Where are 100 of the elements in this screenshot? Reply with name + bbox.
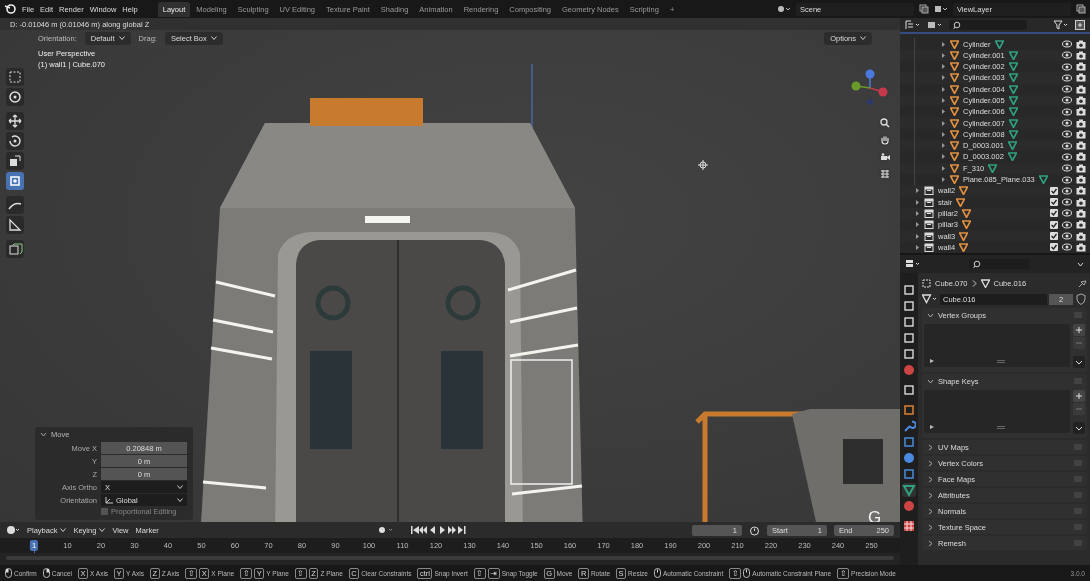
camera-icon[interactable] — [1076, 118, 1086, 128]
eye-icon[interactable] — [1062, 232, 1072, 241]
eye-icon[interactable] — [1062, 164, 1072, 173]
eye-icon[interactable] — [1062, 85, 1072, 94]
grid-icon[interactable] — [878, 167, 892, 181]
scale-icon[interactable] — [6, 152, 24, 170]
chevron-down-icon — [60, 528, 67, 532]
stopwatch-icon[interactable] — [749, 524, 760, 536]
resize-grip-icon[interactable] — [997, 360, 1005, 363]
checkbox[interactable] — [1050, 220, 1058, 229]
mesh-data-icon — [1038, 175, 1048, 185]
checkbox[interactable] — [101, 508, 108, 515]
chevron-down-icon — [118, 36, 125, 40]
resize-grip-icon[interactable] — [997, 426, 1005, 429]
camera-icon[interactable] — [1076, 242, 1086, 252]
add-cube-icon[interactable] — [6, 240, 24, 258]
eye-icon[interactable] — [1062, 175, 1072, 184]
shield-icon[interactable] — [1075, 293, 1087, 305]
search-field[interactable] — [968, 259, 1029, 269]
eye-icon[interactable] — [1062, 243, 1072, 252]
select-box-icon[interactable] — [6, 68, 24, 86]
eye-icon[interactable] — [1062, 209, 1072, 218]
texture-icon[interactable] — [902, 519, 916, 533]
mesh-data-icon — [980, 278, 990, 288]
checkbox[interactable] — [1050, 232, 1058, 241]
layers-icon[interactable] — [934, 4, 948, 14]
checkbox[interactable] — [1050, 186, 1058, 195]
mouse-icon — [743, 568, 751, 578]
camera-icon[interactable] — [1076, 84, 1086, 94]
camera-icon[interactable] — [1076, 197, 1086, 207]
pin-icon[interactable] — [1078, 278, 1087, 288]
copy-icon[interactable] — [919, 4, 929, 14]
zoom-icon[interactable] — [878, 116, 892, 130]
eye-icon[interactable] — [1062, 73, 1072, 82]
camera-icon[interactable] — [1076, 62, 1086, 72]
measure-icon[interactable] — [6, 216, 24, 234]
camera-icon[interactable] — [1076, 186, 1086, 196]
plus-icon[interactable] — [1073, 324, 1085, 336]
camera-icon[interactable] — [1076, 163, 1086, 173]
checkbox[interactable] — [1050, 243, 1058, 252]
eye-icon[interactable] — [1062, 96, 1072, 105]
chevron-right-icon — [971, 279, 977, 287]
camera-icon[interactable] — [1076, 175, 1086, 185]
display-mode-icon[interactable] — [905, 20, 921, 31]
camera-icon[interactable] — [1076, 220, 1086, 230]
camera-icon[interactable] — [1076, 141, 1086, 151]
camera-icon[interactable] — [1076, 208, 1086, 218]
mouse-icon — [653, 568, 661, 578]
eye-icon[interactable] — [1062, 62, 1072, 71]
eye-icon[interactable] — [1062, 198, 1072, 207]
axis-gizmo-icon[interactable] — [850, 68, 890, 108]
axes-icon — [105, 496, 113, 504]
camera-icon[interactable] — [1076, 231, 1086, 241]
move-icon[interactable] — [6, 112, 24, 130]
copy-icon[interactable] — [1076, 4, 1086, 14]
expand-arrow-icon[interactable] — [930, 425, 934, 429]
record-icon[interactable] — [376, 525, 395, 535]
expand-arrow-icon[interactable] — [930, 359, 934, 363]
checkbox[interactable] — [1050, 198, 1058, 207]
chevron-down-icon[interactable] — [1073, 356, 1085, 368]
mouse-icon — [5, 568, 12, 578]
eye-icon[interactable] — [1062, 130, 1072, 139]
camera-icon[interactable] — [1076, 152, 1086, 162]
plus-icon[interactable] — [1073, 390, 1085, 402]
cursor-icon[interactable] — [6, 88, 24, 106]
search-field[interactable] — [949, 20, 1027, 31]
eye-icon[interactable] — [1062, 152, 1072, 161]
eye-icon[interactable] — [1062, 220, 1072, 229]
chevron-down-icon — [860, 36, 866, 40]
eye-icon[interactable] — [1062, 141, 1072, 150]
camera-icon[interactable] — [1076, 39, 1086, 49]
filter-view-icon[interactable] — [927, 20, 943, 31]
checkbox[interactable] — [1050, 209, 1058, 218]
camera-icon[interactable] — [1076, 50, 1086, 60]
chevron-down-icon — [177, 485, 183, 489]
filter-icon[interactable] — [1053, 20, 1069, 31]
camera-icon[interactable] — [1076, 96, 1086, 105]
clock-icon[interactable] — [6, 525, 20, 535]
eye-icon[interactable] — [1062, 119, 1072, 128]
transform-icon[interactable] — [6, 172, 24, 190]
editor-type-icon[interactable] — [905, 259, 921, 269]
eye-icon[interactable] — [1062, 107, 1072, 116]
chevron-down-icon[interactable] — [1073, 422, 1085, 434]
mesh-data-icon[interactable] — [902, 483, 916, 497]
eye-icon[interactable] — [1062, 186, 1072, 195]
wrench-icon[interactable] — [902, 419, 916, 433]
camera-icon[interactable] — [1076, 73, 1086, 83]
rotate-icon[interactable] — [6, 132, 24, 150]
expand-arrow-icon[interactable] — [941, 98, 946, 103]
blender-logo-icon[interactable] — [4, 3, 16, 15]
new-collection-icon[interactable] — [1075, 20, 1085, 31]
camera-icon[interactable] — [1076, 107, 1086, 117]
eye-icon[interactable] — [1062, 51, 1072, 60]
eye-icon[interactable] — [1062, 40, 1072, 48]
annotate-icon[interactable] — [6, 196, 24, 214]
chevron-down-icon — [177, 498, 183, 502]
chevron-down-icon — [99, 528, 106, 532]
camera-icon[interactable] — [1076, 129, 1086, 139]
mesh-data-icon[interactable] — [922, 294, 938, 304]
cursor-crosshair-icon — [698, 160, 708, 170]
